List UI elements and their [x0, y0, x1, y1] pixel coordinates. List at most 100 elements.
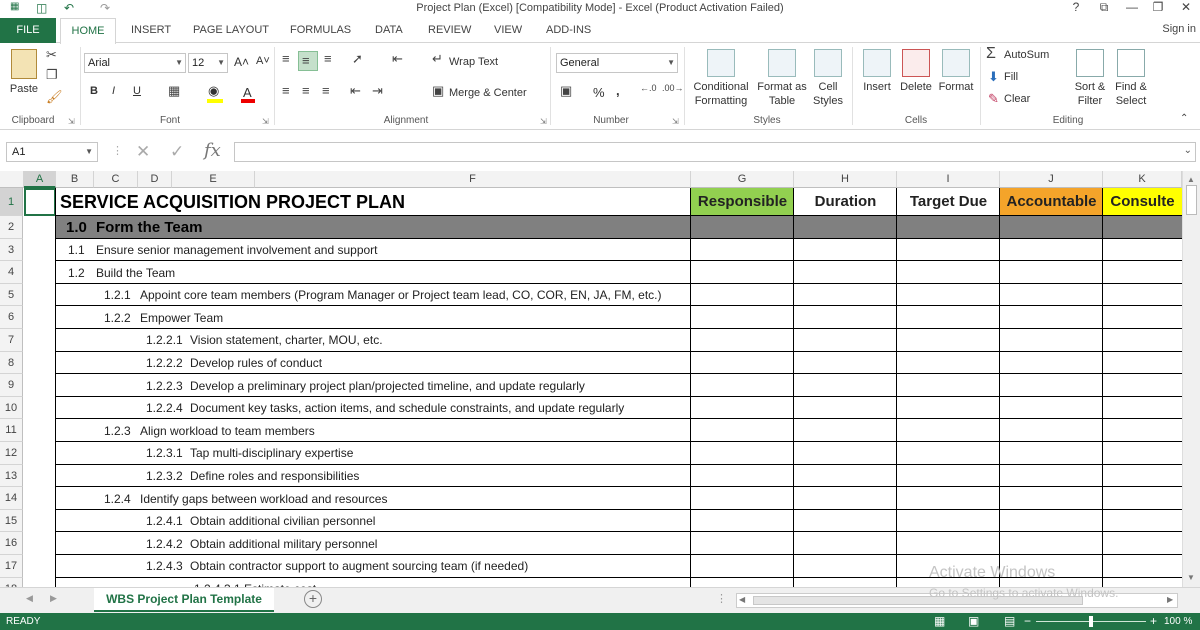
- font-name-combo[interactable]: Arial ▼: [84, 53, 186, 73]
- increase-indent-icon[interactable]: ⇥: [372, 83, 383, 99]
- align-center-icon[interactable]: ≡: [302, 83, 310, 98]
- tab-view[interactable]: VIEW: [494, 24, 522, 36]
- insert-function-icon[interactable]: fx: [204, 140, 221, 161]
- close-icon[interactable]: ✕: [1176, 0, 1196, 14]
- align-left-icon[interactable]: ≡: [282, 83, 290, 98]
- task-text-row-4[interactable]: Build the Team: [96, 266, 175, 280]
- number-launcher-icon[interactable]: ⇲: [672, 117, 679, 126]
- ribbon-display-icon[interactable]: ⧉: [1094, 0, 1114, 15]
- scroll-left-icon[interactable]: ◀: [739, 595, 745, 604]
- shrink-font-button[interactable]: A˅: [256, 55, 270, 67]
- row-header-4[interactable]: 4: [0, 261, 23, 284]
- row-header-13[interactable]: 13: [0, 464, 23, 488]
- underline-button[interactable]: U: [133, 85, 141, 97]
- bold-button[interactable]: B: [90, 85, 98, 97]
- task-text-row-12[interactable]: Tap multi-disciplinary expertise: [190, 446, 353, 460]
- grow-font-button[interactable]: A˄: [234, 55, 249, 69]
- zoom-slider-thumb[interactable]: [1089, 616, 1093, 627]
- task-text-row-2[interactable]: Form the Team: [96, 219, 202, 236]
- zoom-level[interactable]: 100 %: [1164, 616, 1192, 627]
- scroll-right-icon[interactable]: ▶: [1167, 595, 1173, 604]
- wbs-number-row-2[interactable]: 1.0: [66, 219, 87, 236]
- task-text-row-9[interactable]: Develop a preliminary project plan/proje…: [190, 379, 585, 393]
- comma-button[interactable]: ,: [616, 83, 620, 98]
- wrap-text-button[interactable]: Wrap Text: [449, 56, 498, 68]
- task-text-row-17[interactable]: Obtain contractor support to augment sou…: [190, 559, 528, 573]
- next-sheet-icon[interactable]: ▶: [50, 593, 57, 604]
- task-text-row-16[interactable]: Obtain additional military personnel: [190, 537, 377, 551]
- row-header-11[interactable]: 11: [0, 419, 23, 442]
- font-color-button[interactable]: A: [243, 85, 252, 100]
- wbs-number-row-10[interactable]: 1.2.2.4: [146, 401, 183, 415]
- row-header-7[interactable]: 7: [0, 329, 23, 352]
- vertical-scrollbar[interactable]: ▲ ▼: [1182, 171, 1200, 587]
- format-as-table-button[interactable]: Format as Table: [755, 49, 809, 108]
- row-header-3[interactable]: 3: [0, 238, 23, 262]
- tab-add-ins[interactable]: ADD-INS: [546, 24, 591, 36]
- tab-home[interactable]: HOME: [60, 18, 116, 44]
- column-header-d[interactable]: D: [138, 171, 172, 188]
- column-header-h[interactable]: H: [794, 171, 897, 188]
- fill-button[interactable]: Fill: [1004, 71, 1018, 83]
- borders-icon[interactable]: ▦: [168, 83, 180, 99]
- formula-input[interactable]: ⌄: [234, 142, 1196, 162]
- font-launcher-icon[interactable]: ⇲: [262, 117, 269, 126]
- page-layout-view-icon[interactable]: ▣: [968, 614, 979, 628]
- cancel-entry-icon[interactable]: ✕: [136, 142, 150, 162]
- cut-icon[interactable]: ✂: [46, 47, 57, 63]
- row-header-6[interactable]: 6: [0, 306, 23, 329]
- column-header-e[interactable]: E: [172, 171, 255, 188]
- column-header-a[interactable]: A: [24, 171, 56, 188]
- tab-file[interactable]: FILE: [0, 18, 56, 43]
- paste-button[interactable]: Paste: [6, 49, 42, 96]
- worksheet-grid[interactable]: ABCDEFGHIJK 123456789101112131415161718 …: [0, 171, 1182, 587]
- accounting-format-icon[interactable]: ▣: [560, 83, 572, 99]
- font-size-combo[interactable]: 12 ▼: [188, 53, 228, 73]
- scroll-up-icon[interactable]: ▲: [1187, 175, 1195, 184]
- wbs-number-row-3[interactable]: 1.1: [68, 243, 85, 257]
- tab-formulas[interactable]: FORMULAS: [290, 24, 351, 36]
- task-text-row-15[interactable]: Obtain additional civilian personnel: [190, 514, 375, 528]
- sheet-tab-wbs[interactable]: WBS Project Plan Template: [94, 588, 274, 612]
- wbs-number-row-13[interactable]: 1.2.3.2: [146, 469, 183, 483]
- autosum-button[interactable]: AutoSum: [1004, 49, 1049, 61]
- column-header-f[interactable]: F: [255, 171, 691, 188]
- wbs-number-row-8[interactable]: 1.2.2.2: [146, 356, 183, 370]
- collapse-ribbon-icon[interactable]: ⌃: [1180, 113, 1188, 124]
- number-format-combo[interactable]: General ▼: [556, 53, 678, 73]
- row-header-8[interactable]: 8: [0, 351, 23, 375]
- clipboard-launcher-icon[interactable]: ⇲: [68, 117, 75, 126]
- wbs-number-row-16[interactable]: 1.2.4.2: [146, 537, 183, 551]
- select-all-corner[interactable]: [0, 171, 24, 188]
- task-text-row-11[interactable]: Align workload to team members: [140, 424, 315, 438]
- vertical-scroll-thumb[interactable]: [1186, 185, 1197, 215]
- format-cells-button[interactable]: Format: [936, 49, 976, 94]
- wbs-number-row-11[interactable]: 1.2.3: [104, 424, 131, 438]
- tab-review[interactable]: REVIEW: [428, 24, 471, 36]
- decrease-indent-icon[interactable]: ⇤: [350, 83, 361, 99]
- row-header-14[interactable]: 14: [0, 487, 23, 510]
- row-header-16[interactable]: 16: [0, 532, 23, 555]
- column-header-i[interactable]: I: [897, 171, 1000, 188]
- alignment-launcher-icon[interactable]: ⇲: [540, 117, 547, 126]
- wbs-number-row-12[interactable]: 1.2.3.1: [146, 446, 183, 460]
- scroll-down-icon[interactable]: ▼: [1187, 573, 1195, 582]
- zoom-out-icon[interactable]: −: [1024, 614, 1031, 628]
- merge-center-button[interactable]: Merge & Center: [449, 87, 527, 99]
- minimize-icon[interactable]: —: [1122, 0, 1142, 14]
- task-text-row-5[interactable]: Appoint core team members (Program Manag…: [140, 288, 662, 302]
- expand-formula-icon[interactable]: ⌄: [1184, 145, 1192, 156]
- wbs-number-row-4[interactable]: 1.2: [68, 266, 85, 280]
- italic-button[interactable]: I: [112, 85, 115, 97]
- tab-insert[interactable]: INSERT: [131, 24, 171, 36]
- insert-cells-button[interactable]: Insert: [858, 49, 896, 94]
- wbs-number-row-17[interactable]: 1.2.4.3: [146, 559, 183, 573]
- task-text-row-14[interactable]: Identify gaps between workload and resou…: [140, 492, 387, 506]
- task-text-row-7[interactable]: Vision statement, charter, MOU, etc.: [190, 333, 383, 347]
- column-header-j[interactable]: J: [1000, 171, 1103, 188]
- add-sheet-button[interactable]: +: [304, 590, 322, 608]
- percent-button[interactable]: %: [593, 85, 605, 100]
- top-align-icon[interactable]: ≡: [282, 51, 290, 66]
- wbs-number-row-14[interactable]: 1.2.4: [104, 492, 131, 506]
- row-header-9[interactable]: 9: [0, 374, 23, 397]
